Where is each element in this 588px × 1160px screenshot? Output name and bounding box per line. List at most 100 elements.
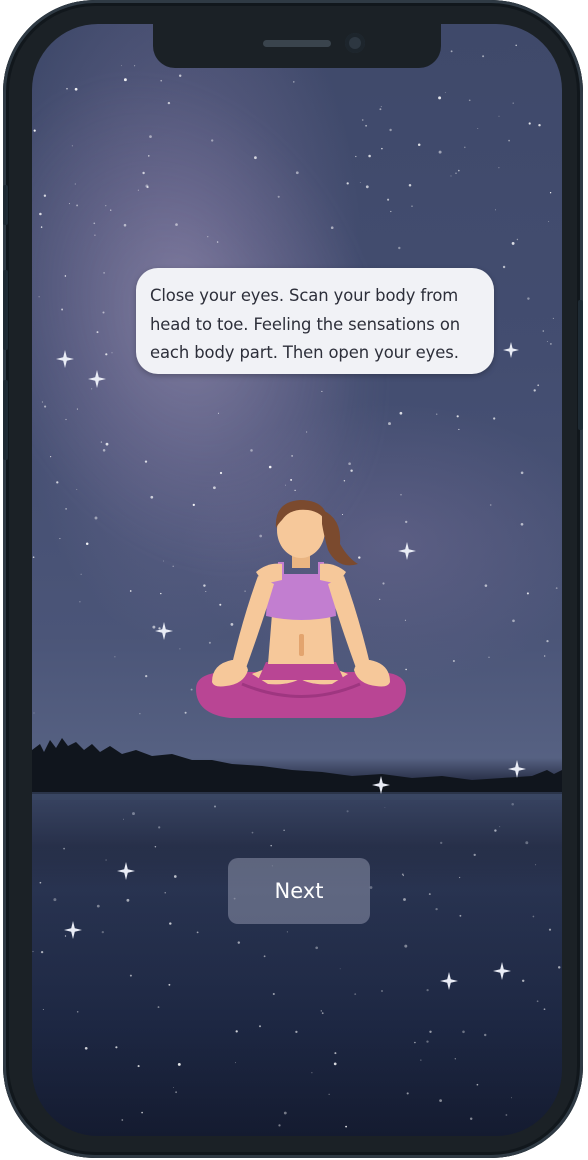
- star: [450, 50, 453, 53]
- star: [493, 417, 496, 420]
- sparkle-icon: [64, 921, 82, 939]
- sparkle-icon: [440, 972, 458, 990]
- star: [387, 198, 390, 201]
- star: [527, 297, 530, 300]
- instruction-line-2: head to toe. Feeling the sensations on: [150, 314, 461, 334]
- star: [43, 194, 47, 197]
- star: [71, 145, 73, 147]
- star: [66, 87, 68, 90]
- notch: [153, 24, 441, 68]
- star: [498, 167, 500, 169]
- star: [94, 516, 98, 520]
- star: [534, 25, 537, 27]
- star: [100, 441, 103, 443]
- star: [520, 471, 524, 475]
- star: [537, 384, 540, 387]
- star: [80, 24, 83, 26]
- star: [93, 222, 96, 225]
- star: [68, 203, 70, 205]
- star: [549, 192, 552, 194]
- star: [444, 92, 446, 93]
- star: [458, 428, 460, 430]
- star: [162, 560, 164, 562]
- star: [74, 87, 78, 91]
- star: [123, 223, 127, 227]
- star: [533, 389, 536, 392]
- star: [542, 330, 545, 332]
- star: [277, 195, 280, 198]
- star: [79, 601, 81, 603]
- star: [102, 449, 106, 452]
- star: [33, 712, 35, 714]
- star: [512, 619, 515, 623]
- star: [59, 538, 61, 540]
- star: [76, 408, 78, 410]
- sparkle-icon: [493, 962, 511, 980]
- star: [389, 128, 392, 132]
- star: [520, 522, 524, 526]
- star: [489, 504, 492, 506]
- star: [435, 413, 438, 415]
- star: [468, 99, 471, 102]
- star: [80, 573, 82, 575]
- star: [379, 108, 382, 111]
- star: [398, 246, 401, 250]
- mute-switch: [3, 185, 8, 225]
- star: [399, 411, 403, 415]
- star: [137, 189, 139, 191]
- star: [552, 317, 554, 319]
- star: [516, 238, 519, 241]
- star: [145, 674, 148, 678]
- star: [365, 124, 367, 127]
- star: [120, 65, 122, 67]
- star: [114, 656, 116, 658]
- star: [207, 236, 209, 238]
- star: [355, 155, 357, 158]
- volume-down-button: [3, 380, 8, 460]
- star: [91, 388, 93, 390]
- star: [96, 331, 99, 334]
- star: [455, 172, 457, 174]
- star: [290, 478, 293, 481]
- star: [555, 587, 558, 589]
- star: [508, 139, 510, 142]
- star: [464, 146, 466, 149]
- star: [293, 81, 295, 83]
- star: [390, 210, 392, 213]
- treeline-silhouette: [32, 738, 562, 800]
- star: [456, 415, 459, 418]
- star: [511, 241, 515, 245]
- instruction-line-3: each body part. Then open your eyes.: [150, 343, 459, 362]
- star: [305, 431, 308, 433]
- star: [498, 115, 500, 117]
- star: [477, 127, 479, 130]
- star: [343, 480, 346, 482]
- screen: Close your eyes. Scan your body from hea…: [32, 24, 562, 1136]
- star: [105, 205, 107, 207]
- sparkle-icon: [56, 350, 74, 368]
- next-button[interactable]: Next: [228, 858, 370, 924]
- star: [38, 49, 41, 51]
- volume-up-button: [3, 270, 8, 350]
- star: [61, 308, 64, 311]
- star: [211, 139, 214, 142]
- star: [495, 209, 496, 211]
- star: [350, 469, 353, 472]
- star: [105, 442, 109, 446]
- star: [438, 96, 442, 100]
- star: [134, 65, 136, 67]
- star: [76, 488, 78, 490]
- star: [417, 143, 421, 146]
- star: [548, 221, 550, 223]
- star: [160, 592, 162, 595]
- star: [65, 418, 67, 421]
- power-button: [578, 300, 583, 430]
- instruction-line-1: Close your eyes. Scan your body from: [150, 286, 459, 305]
- star: [39, 212, 42, 216]
- star: [144, 460, 148, 463]
- sparkle-icon: [117, 862, 135, 880]
- sparkle-icon: [88, 370, 106, 388]
- star: [142, 171, 145, 175]
- star: [554, 40, 557, 43]
- sparkle-icon: [503, 342, 519, 358]
